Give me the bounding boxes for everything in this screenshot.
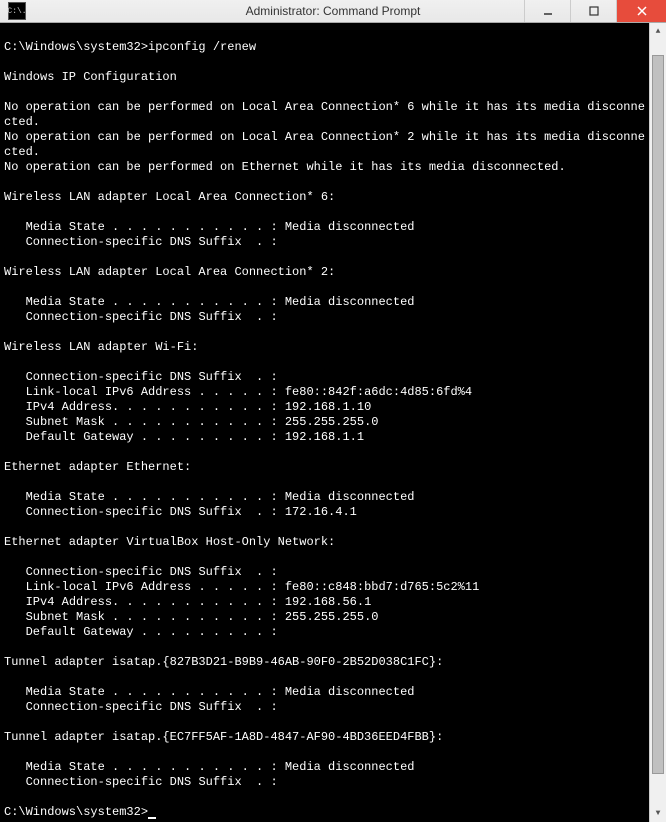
titlebar[interactable]: C:\. Administrator: Command Prompt bbox=[0, 0, 666, 23]
close-icon bbox=[637, 6, 647, 16]
scroll-up-arrow[interactable]: ▲ bbox=[650, 23, 666, 40]
scrollbar[interactable]: ▲ ▼ bbox=[649, 23, 666, 822]
scroll-thumb[interactable] bbox=[652, 55, 664, 774]
terminal-output[interactable]: C:\Windows\system32>ipconfig /renew Wind… bbox=[0, 23, 649, 822]
close-button[interactable] bbox=[616, 0, 666, 22]
minimize-icon bbox=[543, 6, 553, 16]
window-controls bbox=[524, 0, 666, 22]
terminal-container: C:\Windows\system32>ipconfig /renew Wind… bbox=[0, 23, 666, 822]
cmd-icon: C:\. bbox=[8, 2, 26, 20]
minimize-button[interactable] bbox=[524, 0, 570, 22]
scroll-down-arrow[interactable]: ▼ bbox=[650, 805, 666, 822]
scroll-track[interactable] bbox=[650, 40, 666, 805]
cursor bbox=[148, 817, 156, 819]
cmd-icon-label: C:\. bbox=[7, 7, 26, 16]
maximize-icon bbox=[589, 6, 599, 16]
window: C:\. Administrator: Command Prompt C:\Wi… bbox=[0, 0, 666, 704]
maximize-button[interactable] bbox=[570, 0, 616, 22]
